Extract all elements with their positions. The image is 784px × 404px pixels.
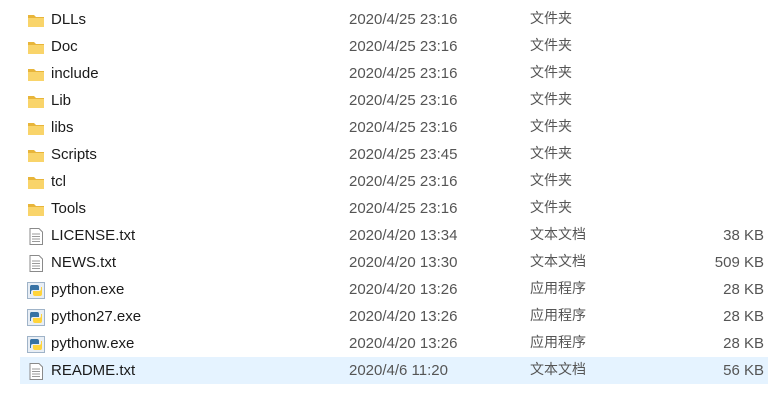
- file-date: 2020/4/25 23:45: [349, 146, 458, 163]
- folder-icon: [27, 92, 45, 109]
- folder-icon: [27, 173, 45, 190]
- file-date: 2020/4/25 23:16: [349, 11, 458, 28]
- file-name: python27.exe: [51, 308, 142, 325]
- file-size: 28 KB: [723, 335, 764, 352]
- file-name: pythonw.exe: [51, 335, 135, 352]
- file-type: 文本文档: [530, 254, 586, 270]
- python-app-icon: [27, 308, 45, 326]
- file-name: tcl: [51, 173, 66, 190]
- text-file-icon: [27, 227, 45, 245]
- file-date: 2020/4/20 13:26: [349, 308, 458, 325]
- file-name: Doc: [51, 38, 78, 55]
- folder-icon: [27, 65, 45, 82]
- file-name: LICENSE.txt: [51, 227, 136, 244]
- python-app-icon: [27, 335, 45, 353]
- file-name: Scripts: [51, 146, 97, 163]
- file-list: DLLs 2020/4/25 23:16 文件夹 Doc 2020/4/25 2…: [0, 6, 784, 384]
- file-date: 2020/4/25 23:16: [349, 38, 458, 55]
- file-size: 38 KB: [723, 227, 764, 244]
- file-type: 文件夹: [530, 200, 572, 216]
- file-row-license[interactable]: LICENSE.txt 2020/4/20 13:34 文本文档 38 KB: [0, 222, 784, 249]
- file-date: 2020/4/25 23:16: [349, 119, 458, 136]
- folder-icon: [27, 11, 45, 28]
- file-name: libs: [51, 119, 74, 136]
- file-row-readme[interactable]: README.txt 2020/4/6 11:20 文本文档 56 KB: [0, 357, 784, 384]
- file-type: 应用程序: [530, 281, 586, 297]
- file-type: 文件夹: [530, 38, 572, 54]
- text-file-icon: [27, 362, 45, 380]
- file-date: 2020/4/20 13:26: [349, 335, 458, 352]
- file-type: 文件夹: [530, 65, 572, 81]
- file-row-pythonw-exe[interactable]: pythonw.exe 2020/4/20 13:26 应用程序 28 KB: [0, 330, 784, 357]
- file-date: 2020/4/20 13:30: [349, 254, 458, 271]
- file-row-libs[interactable]: libs 2020/4/25 23:16 文件夹: [0, 114, 784, 141]
- file-row-python27-exe[interactable]: python27.exe 2020/4/20 13:26 应用程序 28 KB: [0, 303, 784, 330]
- file-name: python.exe: [51, 281, 125, 298]
- file-type: 文件夹: [530, 11, 572, 27]
- file-type: 文件夹: [530, 173, 572, 189]
- file-date: 2020/4/25 23:16: [349, 173, 458, 190]
- file-row-tools[interactable]: Tools 2020/4/25 23:16 文件夹: [0, 195, 784, 222]
- file-row-doc[interactable]: Doc 2020/4/25 23:16 文件夹: [0, 33, 784, 60]
- file-name: DLLs: [51, 11, 87, 28]
- python-app-icon: [27, 281, 45, 299]
- file-date: 2020/4/25 23:16: [349, 92, 458, 109]
- file-name: Lib: [51, 92, 72, 109]
- file-date: 2020/4/20 13:26: [349, 281, 458, 298]
- file-date: 2020/4/25 23:16: [349, 200, 458, 217]
- file-row-scripts[interactable]: Scripts 2020/4/25 23:45 文件夹: [0, 141, 784, 168]
- file-row-news[interactable]: NEWS.txt 2020/4/20 13:30 文本文档 509 KB: [0, 249, 784, 276]
- file-date: 2020/4/25 23:16: [349, 65, 458, 82]
- folder-icon: [27, 146, 45, 163]
- file-row-python-exe[interactable]: python.exe 2020/4/20 13:26 应用程序 28 KB: [0, 276, 784, 303]
- file-row-dlls[interactable]: DLLs 2020/4/25 23:16 文件夹: [0, 6, 784, 33]
- file-type: 文件夹: [530, 119, 572, 135]
- file-type: 文本文档: [530, 362, 586, 378]
- file-row-lib[interactable]: Lib 2020/4/25 23:16 文件夹: [0, 87, 784, 114]
- file-row-tcl[interactable]: tcl 2020/4/25 23:16 文件夹: [0, 168, 784, 195]
- file-type: 文件夹: [530, 146, 572, 162]
- file-type: 应用程序: [530, 308, 586, 324]
- folder-icon: [27, 38, 45, 55]
- file-name: README.txt: [51, 362, 136, 379]
- text-file-icon: [27, 254, 45, 272]
- folder-icon: [27, 200, 45, 217]
- file-name: NEWS.txt: [51, 254, 117, 271]
- file-size: 28 KB: [723, 308, 764, 325]
- file-name: Tools: [51, 200, 87, 217]
- file-size: 28 KB: [723, 281, 764, 298]
- file-row-include[interactable]: include 2020/4/25 23:16 文件夹: [0, 60, 784, 87]
- file-type: 应用程序: [530, 335, 586, 351]
- file-date: 2020/4/6 11:20: [349, 362, 448, 379]
- file-name: include: [51, 65, 99, 82]
- file-size: 56 KB: [723, 362, 764, 379]
- file-type: 文本文档: [530, 227, 586, 243]
- file-date: 2020/4/20 13:34: [349, 227, 458, 244]
- file-type: 文件夹: [530, 92, 572, 108]
- folder-icon: [27, 119, 45, 136]
- file-size: 509 KB: [714, 254, 764, 271]
